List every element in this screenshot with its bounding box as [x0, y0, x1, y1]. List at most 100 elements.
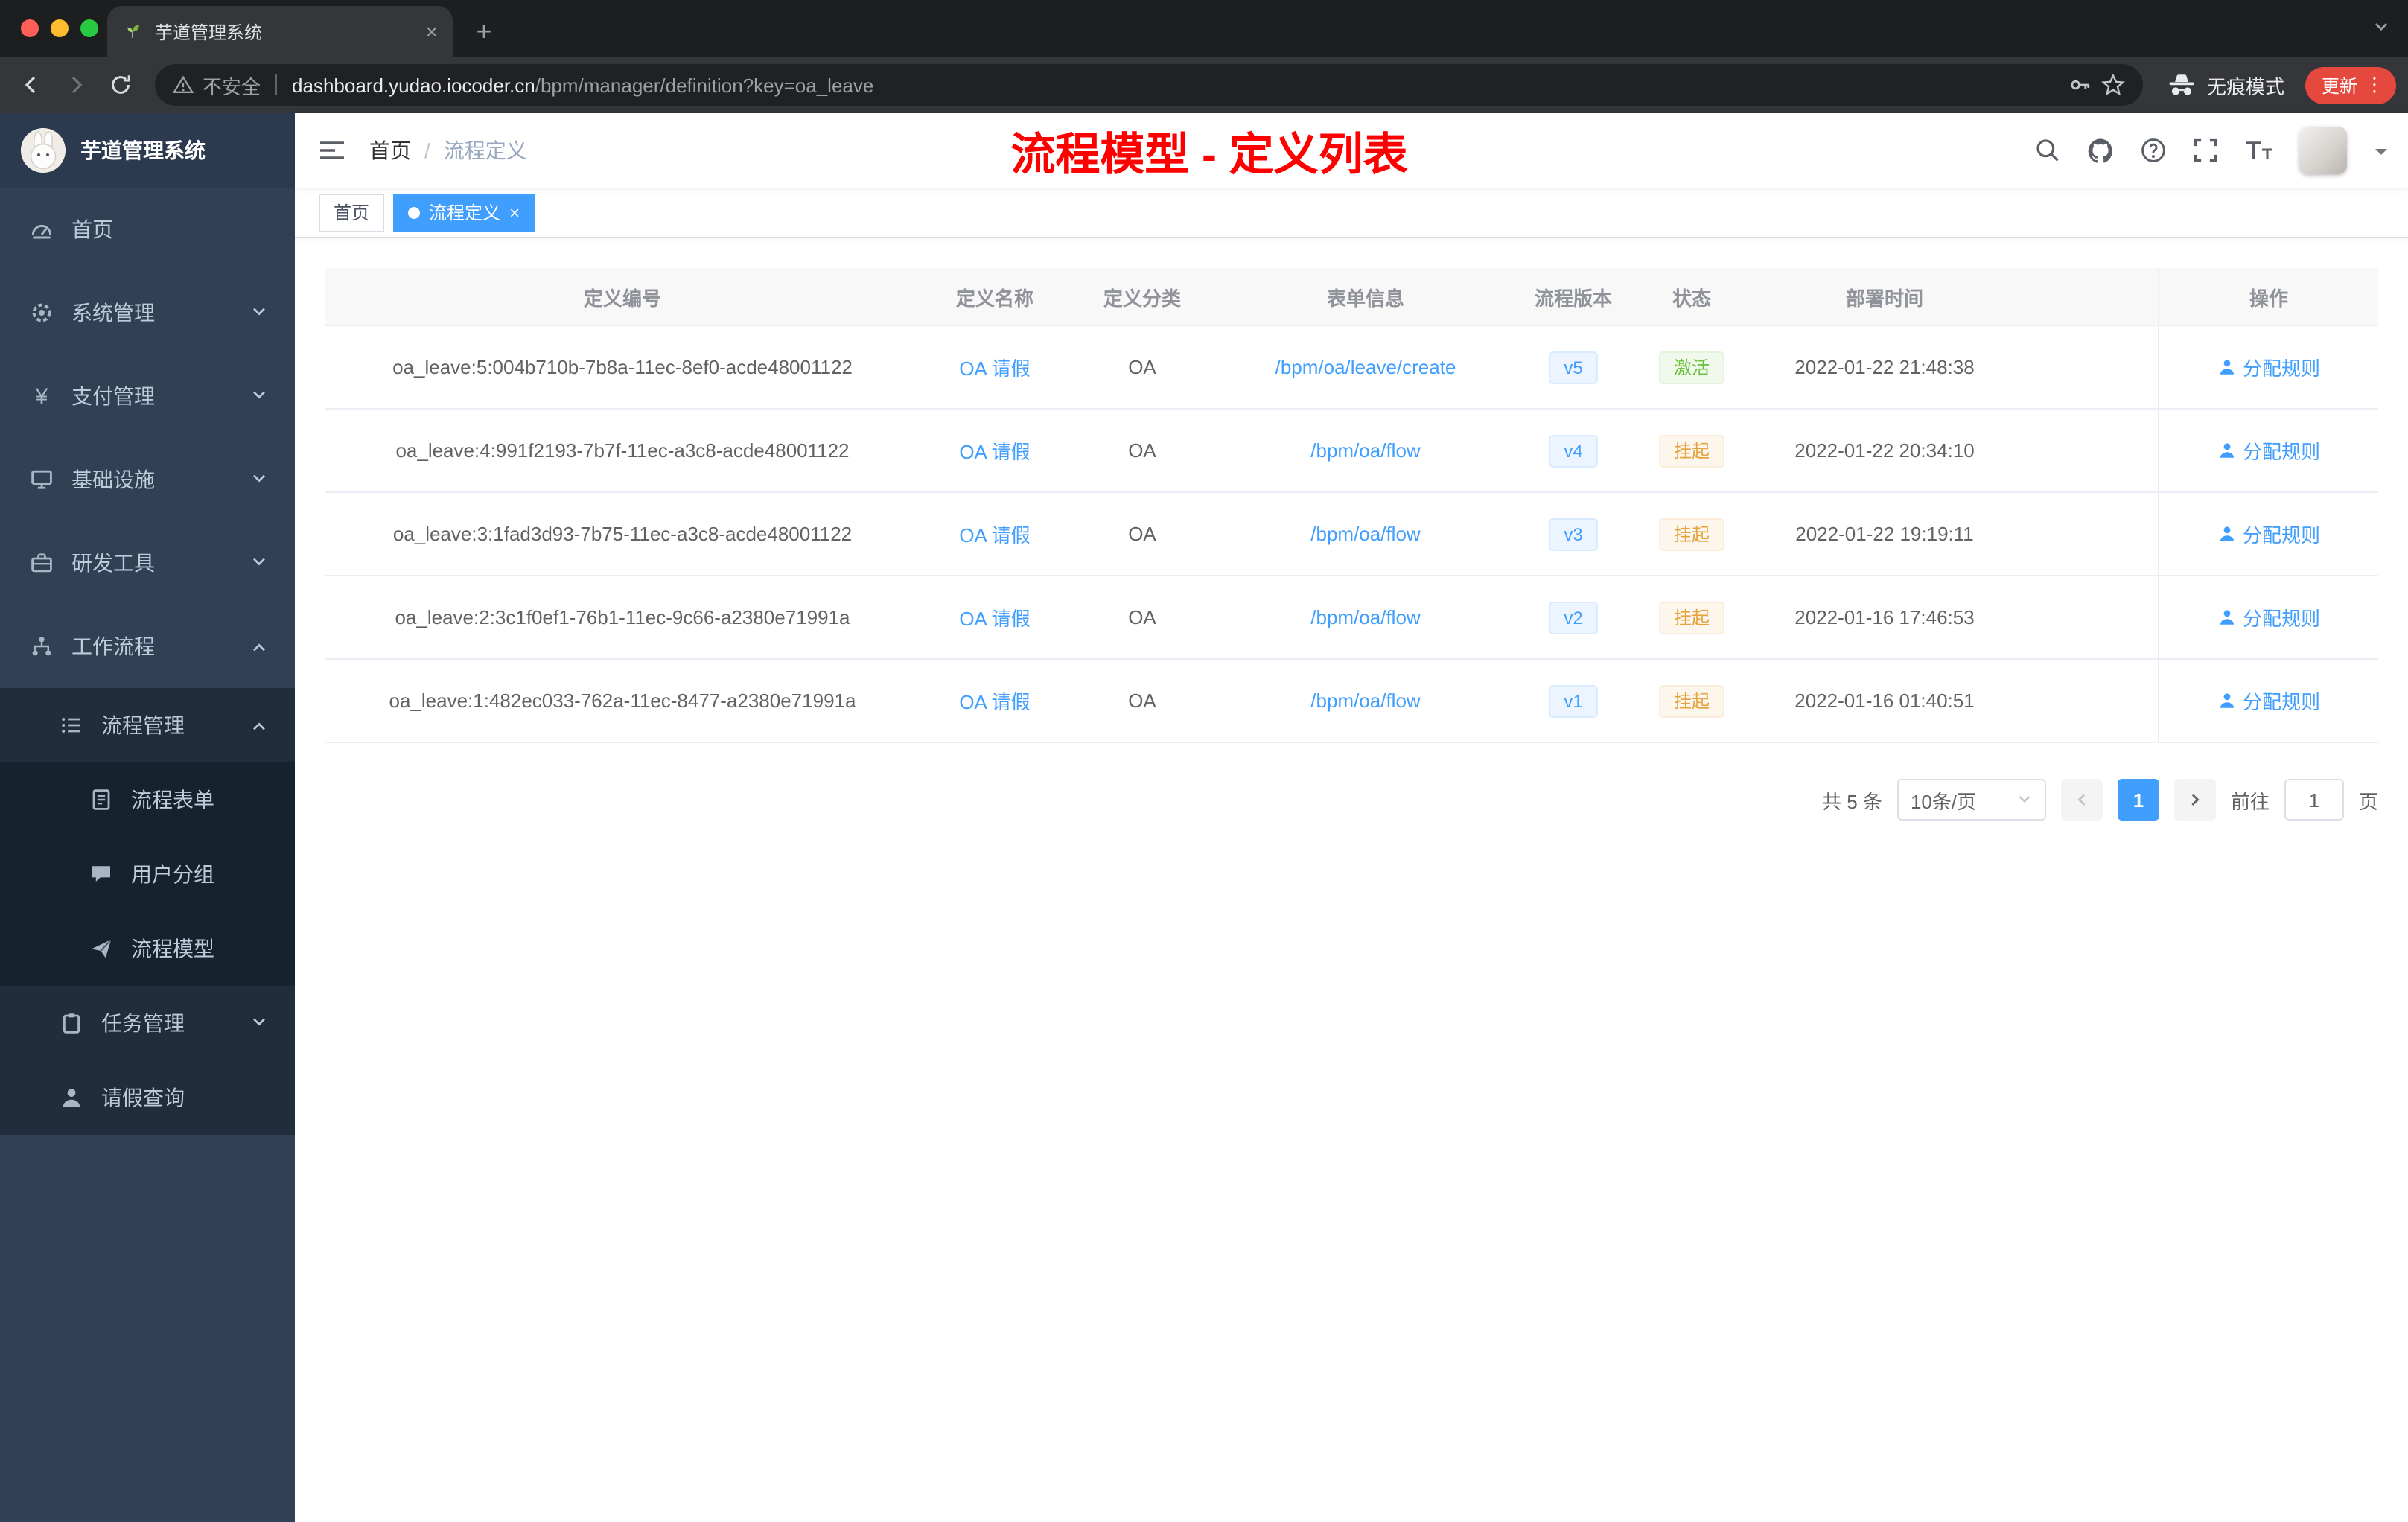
form-link[interactable]: /bpm/oa/leave/create — [1275, 356, 1456, 378]
next-page-button[interactable] — [2173, 779, 2216, 821]
sidebar-item-dev-tools[interactable]: 研发工具 — [0, 521, 295, 605]
tab-close-icon[interactable]: × — [426, 19, 438, 43]
breadcrumb-home[interactable]: 首页 — [369, 136, 411, 165]
page-number-button[interactable]: 1 — [2117, 779, 2159, 821]
assign-rule-link[interactable]: 分配规则 — [2217, 687, 2320, 715]
browser-window: 芋道管理系统 × + 不安全 dashboard.yudao.iocoder.c… — [0, 0, 2408, 1522]
chevron-down-icon — [250, 551, 268, 575]
incognito-icon — [2169, 74, 2194, 95]
sidebar-item-label: 工作流程 — [71, 634, 155, 658]
password-key-icon[interactable] — [2068, 73, 2092, 97]
clipboard-icon — [63, 1013, 80, 1034]
assign-rule-label: 分配规则 — [2242, 691, 2320, 713]
definition-id: oa_leave:5:004b710b-7b8a-11ec-8ef0-acde4… — [392, 356, 853, 378]
sidebar-item-workflow[interactable]: 工作流程 — [0, 605, 295, 688]
form-link[interactable]: /bpm/oa/flow — [1310, 606, 1420, 628]
definition-name-link[interactable]: OA 请假 — [959, 436, 1030, 465]
definition-name-link[interactable]: OA 请假 — [959, 603, 1030, 631]
assign-rule-label: 分配规则 — [2242, 357, 2320, 380]
bookmark-star-icon[interactable] — [2100, 73, 2125, 97]
reload-button[interactable] — [101, 66, 140, 104]
col-header-category: 定义分类 — [1103, 287, 1181, 309]
version-tag: v2 — [1549, 601, 1598, 634]
user-avatar[interactable] — [2299, 127, 2347, 174]
pagination-total: 共 5 条 — [1822, 790, 1882, 812]
version-tag: v5 — [1549, 351, 1598, 383]
sidebar-item-process-management[interactable]: 流程管理 — [0, 688, 295, 762]
forward-button[interactable] — [57, 66, 95, 104]
sidebar-item-home[interactable]: 首页 — [0, 188, 295, 271]
sidebar-item-user-group[interactable]: 用户分组 — [0, 837, 295, 911]
definition-id: oa_leave:1:482ec033-762a-11ec-8477-a2380… — [389, 690, 856, 712]
tab-search-icon[interactable] — [2372, 16, 2390, 43]
browser-menu-icon[interactable]: ⋮ — [2365, 73, 2384, 97]
font-size-icon[interactable] — [2244, 137, 2274, 164]
fullscreen-icon[interactable] — [2192, 137, 2219, 164]
assign-rule-link[interactable]: 分配规则 — [2217, 520, 2320, 548]
status-tag: 激活 — [1658, 351, 1724, 383]
zoom-window-button[interactable] — [80, 19, 98, 37]
tag-process-definition[interactable]: 流程定义 × — [393, 193, 535, 232]
assign-rule-link[interactable]: 分配规则 — [2217, 603, 2320, 631]
definition-name-link[interactable]: OA 请假 — [959, 687, 1030, 715]
col-header-name: 定义名称 — [955, 287, 1033, 309]
close-window-button[interactable] — [21, 19, 39, 37]
sidebar-item-leave-query[interactable]: 请假查询 — [0, 1060, 295, 1135]
sidebar-item-system[interactable]: 系统管理 — [0, 271, 295, 354]
chevron-down-icon — [250, 1011, 268, 1035]
sidebar-item-task-management[interactable]: 任务管理 — [0, 986, 295, 1060]
help-icon[interactable] — [2140, 137, 2167, 164]
chevron-down-icon — [250, 468, 268, 491]
hamburger-icon[interactable] — [295, 113, 369, 188]
person-icon — [2220, 443, 2235, 458]
pagination: 共 5 条 10条/页 1 前往 1 页 — [325, 779, 2378, 821]
main-area: 首页 / 流程定义 流程模型 - 定义列表 首页 流程定义 × 定义编号 定义名… — [295, 113, 2408, 1522]
sidebar-item-process-model[interactable]: 流程模型 — [0, 911, 295, 986]
tags-view-bar: 首页 流程定义 × — [295, 188, 2408, 238]
definition-name-link[interactable]: OA 请假 — [959, 520, 1030, 548]
minimize-window-button[interactable] — [51, 19, 69, 37]
address-bar[interactable]: 不安全 dashboard.yudao.iocoder.cn/bpm/manag… — [155, 64, 2143, 106]
sidebar-item-process-form[interactable]: 流程表单 — [0, 762, 295, 837]
chevron-down-icon — [250, 301, 268, 325]
sidebar-logo[interactable]: 芋道管理系统 — [0, 113, 295, 188]
tag-close-icon[interactable]: × — [509, 202, 520, 223]
back-button[interactable] — [12, 66, 51, 104]
form-link[interactable]: /bpm/oa/flow — [1310, 523, 1420, 545]
page-size-value: 10条/页 — [1910, 790, 1977, 812]
table-row: oa_leave:3:1fad3d93-7b75-11ec-a3c8-acde4… — [325, 493, 2378, 576]
url-path: /bpm/manager/definition?key=oa_leave — [535, 74, 874, 96]
definition-name-link[interactable]: OA 请假 — [959, 353, 1030, 381]
definition-id: oa_leave:4:991f2193-7b7f-11ec-a3c8-acde4… — [395, 439, 850, 462]
sidebar-item-payment[interactable]: ¥ 支付管理 — [0, 354, 295, 438]
sidebar-item-label: 首页 — [71, 217, 113, 241]
browser-tab[interactable]: 芋道管理系统 × — [107, 6, 453, 57]
url-domain: dashboard.yudao.iocoder.cn — [292, 74, 535, 96]
github-icon[interactable] — [2086, 136, 2115, 165]
yen-icon: ¥ — [35, 383, 48, 409]
page-size-select[interactable]: 10条/页 — [1896, 779, 2046, 821]
navbar-actions — [2034, 127, 2408, 174]
sidebar-item-label: 研发工具 — [71, 551, 155, 575]
col-header-id: 定义编号 — [583, 287, 661, 309]
deploy-time: 2022-01-22 21:48:38 — [1794, 356, 1975, 378]
form-link[interactable]: /bpm/oa/flow — [1310, 690, 1420, 712]
chat-bubble-icon — [92, 866, 110, 882]
browser-update-button[interactable]: 更新 ⋮ — [2305, 66, 2396, 104]
search-icon[interactable] — [2034, 137, 2061, 164]
sidebar-item-infrastructure[interactable]: 基础设施 — [0, 438, 295, 521]
tag-home[interactable]: 首页 — [319, 193, 385, 232]
form-link[interactable]: /bpm/oa/flow — [1310, 439, 1420, 462]
assign-rule-link[interactable]: 分配规则 — [2217, 436, 2320, 465]
goto-page-input[interactable] — [2284, 779, 2344, 821]
assign-rule-link[interactable]: 分配规则 — [2217, 353, 2320, 381]
table-row: oa_leave:1:482ec033-762a-11ec-8477-a2380… — [325, 660, 2378, 743]
new-tab-button[interactable]: + — [465, 12, 503, 51]
row-filler — [2016, 493, 2158, 575]
avatar-caret-icon[interactable] — [2375, 149, 2387, 161]
address-divider — [275, 74, 278, 95]
definition-id: oa_leave:2:3c1f0ef1-76b1-11ec-9c66-a2380… — [395, 606, 850, 628]
breadcrumb-current: 流程定义 — [443, 138, 527, 162]
security-label[interactable]: 不安全 — [203, 71, 261, 99]
prev-page-button[interactable] — [2060, 779, 2103, 821]
